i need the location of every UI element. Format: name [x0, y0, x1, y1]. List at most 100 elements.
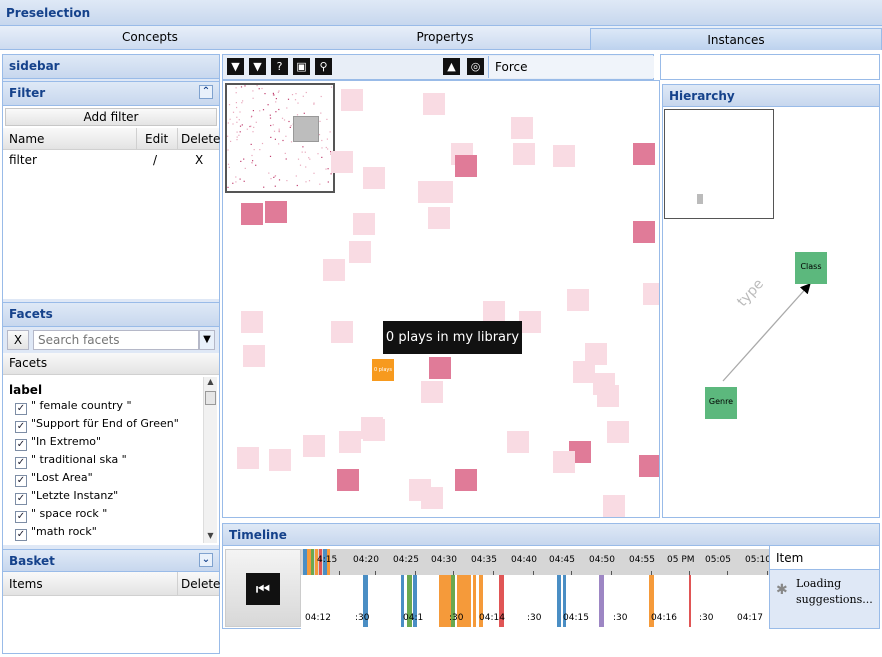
graph-node[interactable] — [519, 311, 541, 333]
minimap-dot — [227, 122, 229, 124]
target-icon[interactable]: ◎ — [467, 58, 484, 75]
graph-node[interactable] — [603, 495, 625, 517]
graph-node[interactable] — [421, 381, 443, 403]
filter-col-name[interactable]: Name — [9, 132, 44, 146]
checkbox[interactable]: ✓ — [15, 475, 27, 487]
graph-node[interactable] — [237, 447, 259, 469]
checkbox[interactable]: ✓ — [15, 439, 27, 451]
tab-propertys[interactable]: Propertys — [300, 26, 590, 48]
graph-node[interactable] — [633, 221, 655, 243]
checkbox[interactable]: ✓ — [15, 493, 27, 505]
facet-item[interactable]: ✓ " female country " — [15, 397, 219, 415]
layout-icon[interactable]: ▲ — [443, 58, 460, 75]
hierarchy-node-genre[interactable]: Genre — [705, 387, 737, 419]
graph-canvas[interactable]: 0 plays in 0 plays in my library — [222, 80, 660, 518]
graph-node[interactable] — [585, 343, 607, 365]
minimap-dot — [251, 154, 253, 157]
graph-node[interactable] — [455, 155, 477, 177]
timeline-rewind-button[interactable]: ⏮ — [225, 549, 301, 627]
graph-node[interactable] — [633, 143, 655, 165]
facet-item[interactable]: ✓ " traditional ska " — [15, 451, 219, 469]
facet-search-input[interactable] — [33, 330, 199, 350]
graph-node[interactable] — [353, 213, 375, 235]
tab-instances[interactable]: Instances — [590, 28, 882, 50]
window-icon[interactable]: ▣ — [293, 58, 310, 75]
graph-node[interactable] — [241, 311, 263, 333]
checkbox[interactable]: ✓ — [15, 403, 27, 415]
checkbox[interactable]: ✓ — [15, 529, 27, 541]
graph-node[interactable] — [323, 259, 345, 281]
facet-scrollbar[interactable]: ▲ ▼ — [203, 377, 217, 543]
graph-node[interactable] — [363, 167, 385, 189]
clear-facets-button[interactable]: X — [7, 330, 29, 350]
basket-col-delete[interactable]: Delete — [181, 577, 220, 591]
filter-funnel-icon[interactable]: ▼ — [227, 58, 244, 75]
layout-select[interactable]: Force — [488, 56, 654, 78]
checkbox[interactable]: ✓ — [15, 511, 27, 523]
facet-item[interactable]: ✓ "Lost Area" — [15, 469, 219, 487]
graph-node[interactable] — [607, 421, 629, 443]
filter-row-delete[interactable]: X — [195, 153, 203, 167]
filter-row-edit[interactable]: / — [153, 153, 157, 167]
graph-node[interactable] — [418, 181, 440, 203]
graph-node[interactable] — [341, 89, 363, 111]
timeline-event[interactable] — [689, 575, 691, 627]
facet-item[interactable]: ✓ "Letzte Instanz" — [15, 487, 219, 505]
graph-node[interactable] — [337, 469, 359, 491]
checkbox[interactable]: ✓ — [15, 457, 27, 469]
highlighted-node[interactable]: 0 plays in — [372, 359, 394, 381]
checkbox[interactable]: ✓ — [15, 421, 27, 433]
graph-node[interactable] — [643, 283, 659, 305]
timeline-event[interactable] — [557, 575, 561, 627]
graph-node[interactable] — [428, 207, 450, 229]
hierarchy-node-class[interactable]: Class — [795, 252, 827, 284]
timeline-track[interactable]: 4:15 04:20 04:25 04:30 04:35 04:40 04:45 04:50 0… — [301, 549, 769, 629]
graph-node[interactable] — [421, 487, 443, 509]
graph-node[interactable] — [423, 93, 445, 115]
timeline-event[interactable] — [473, 575, 476, 627]
funnel-icon[interactable]: ▼ — [249, 58, 266, 75]
graph-node[interactable] — [269, 449, 291, 471]
graph-node[interactable] — [361, 417, 383, 439]
chevron-down-icon[interactable]: ⌄ — [199, 553, 213, 567]
timeline-top-tick: 05 PM — [667, 555, 695, 565]
tab-concepts[interactable]: Concepts — [0, 26, 300, 48]
graph-node[interactable] — [429, 357, 451, 379]
facet-item[interactable]: ✓ "In Extremo" — [15, 433, 219, 451]
help-icon[interactable]: ? — [271, 58, 288, 75]
basket-col-items[interactable]: Items — [9, 577, 43, 591]
zoom-icon[interactable]: ⚲ — [315, 58, 332, 75]
graph-node[interactable] — [241, 203, 263, 225]
graph-node[interactable] — [567, 289, 589, 311]
facet-item[interactable]: ✓ " space rock " — [15, 505, 219, 523]
graph-node[interactable] — [553, 451, 575, 473]
facet-item[interactable]: ✓ "Support für End of Green" — [15, 415, 219, 433]
graph-node[interactable] — [265, 201, 287, 223]
graph-node[interactable] — [507, 431, 529, 453]
graph-node[interactable] — [553, 145, 575, 167]
graph-node[interactable] — [639, 455, 659, 477]
graph-node[interactable] — [339, 431, 361, 453]
filter-col-delete[interactable]: Delete — [181, 132, 220, 146]
chevron-down-icon[interactable]: ▼ — [199, 330, 215, 350]
graph-node[interactable] — [483, 301, 505, 323]
facet-item[interactable]: ✓ "math rock" — [15, 523, 219, 541]
graph-node[interactable] — [455, 469, 477, 491]
graph-node[interactable] — [511, 117, 533, 139]
table-row[interactable]: filter / X — [3, 150, 219, 170]
timeline-event[interactable] — [599, 575, 604, 627]
graph-node[interactable] — [331, 151, 353, 173]
graph-node[interactable] — [303, 435, 325, 457]
add-filter-button[interactable]: Add filter — [5, 108, 217, 126]
graph-node[interactable] — [331, 321, 353, 343]
timeline-event[interactable] — [439, 575, 447, 627]
filter-col-edit[interactable]: Edit — [145, 132, 168, 146]
graph-node[interactable] — [513, 143, 535, 165]
graph-minimap[interactable] — [225, 83, 335, 193]
chevron-up-icon[interactable]: ⌃ — [199, 85, 213, 99]
minimap-dot — [277, 91, 279, 93]
timeline-event[interactable] — [311, 549, 314, 575]
graph-node[interactable] — [597, 385, 619, 407]
graph-node[interactable] — [349, 241, 371, 263]
graph-node[interactable] — [243, 345, 265, 367]
